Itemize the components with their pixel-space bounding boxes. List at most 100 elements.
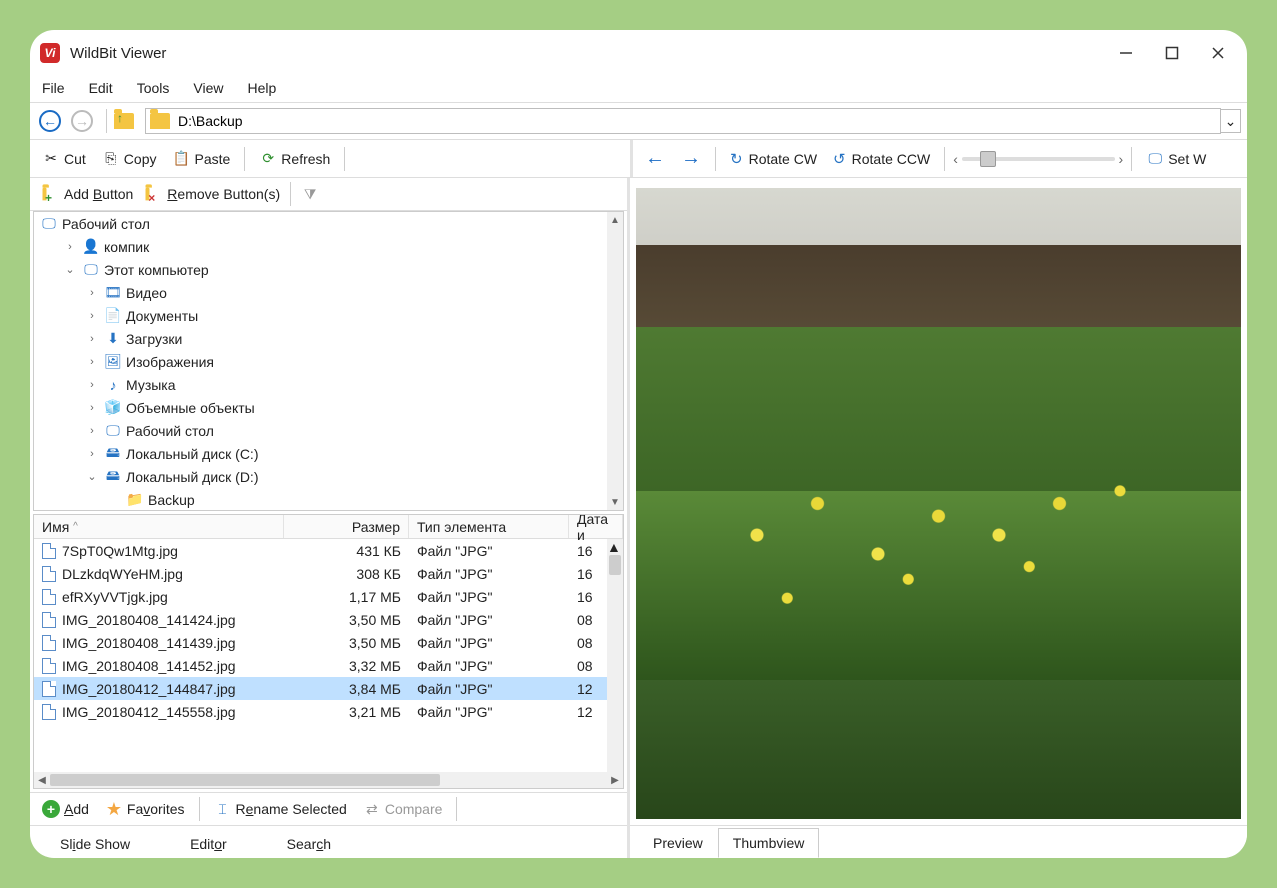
- scroll-thumb[interactable]: [50, 774, 440, 786]
- maximize-button[interactable]: [1149, 38, 1195, 68]
- nav-forward-button[interactable]: →: [68, 107, 96, 135]
- expander-icon[interactable]: ›: [84, 402, 100, 414]
- scroll-right-icon[interactable]: ▶: [607, 772, 623, 788]
- close-button[interactable]: [1195, 38, 1241, 68]
- minimize-button[interactable]: [1103, 38, 1149, 68]
- file-list-vscrollbar[interactable]: ▲ ▼: [607, 539, 623, 772]
- slider-thumb[interactable]: [980, 151, 996, 167]
- menu-view[interactable]: View: [189, 78, 227, 98]
- scroll-up-icon[interactable]: ▲: [607, 539, 623, 555]
- tree-item-label: Локальный диск (C:): [126, 446, 259, 462]
- slider-left-arrow[interactable]: ‹: [953, 151, 958, 167]
- tab-editor[interactable]: Editor: [180, 830, 237, 858]
- set-wallpaper-button[interactable]: 🖵 Set W: [1140, 147, 1212, 171]
- add-button-button[interactable]: + Add Button: [36, 182, 139, 206]
- expander-icon[interactable]: ›: [84, 379, 100, 391]
- file-icon: [42, 612, 56, 628]
- file-row[interactable]: IMG_20180408_141439.jpg 3,50 МБ Файл "JP…: [34, 631, 607, 654]
- refresh-button[interactable]: ⟳ Refresh: [253, 147, 336, 171]
- tree-item[interactable]: › 🖴 Локальный диск (C:): [34, 442, 607, 465]
- zoom-slider[interactable]: ‹ ›: [953, 151, 1123, 167]
- file-name: IMG_20180408_141424.jpg: [62, 612, 236, 628]
- paste-button[interactable]: 📋 Paste: [166, 147, 236, 171]
- col-type[interactable]: Тип элемента: [409, 515, 569, 538]
- scroll-up-icon[interactable]: ▲: [607, 212, 623, 228]
- path-input[interactable]: [176, 112, 1216, 130]
- tree-item[interactable]: ⌄ 🖵 Этот компьютер: [34, 258, 607, 281]
- expander-icon[interactable]: ›: [84, 287, 100, 299]
- menu-edit[interactable]: Edit: [85, 78, 117, 98]
- tree-item[interactable]: › 👤 компик: [34, 235, 607, 258]
- scroll-down-icon[interactable]: ▼: [607, 494, 623, 510]
- preview-area[interactable]: [630, 178, 1247, 825]
- tree-item[interactable]: › 🎞 Видео: [34, 281, 607, 304]
- rename-selected-button[interactable]: ⌶ Rename Selected: [208, 797, 353, 821]
- scroll-thumb[interactable]: [609, 555, 621, 575]
- filter-button[interactable]: ⧩: [295, 182, 325, 206]
- tree-item[interactable]: › 🖼 Изображения: [34, 350, 607, 373]
- file-row[interactable]: DLzkdqWYeHM.jpg 308 КБ Файл "JPG" 16: [34, 562, 607, 585]
- cut-button[interactable]: ✂ Cut: [36, 147, 92, 171]
- menu-help[interactable]: Help: [243, 78, 280, 98]
- favorites-button[interactable]: ★ Favorites: [99, 797, 191, 821]
- expander-icon[interactable]: ›: [84, 448, 100, 460]
- file-row[interactable]: 7SpT0Qw1Mtg.jpg 431 КБ Файл "JPG" 16: [34, 539, 607, 562]
- expander-icon[interactable]: ›: [84, 356, 100, 368]
- tree-item[interactable]: › 🧊 Объемные объекты: [34, 396, 607, 419]
- slider-track[interactable]: [962, 157, 1115, 161]
- prev-image-button[interactable]: ←: [639, 144, 671, 173]
- folder-up-button[interactable]: ↑: [113, 107, 141, 135]
- 3d-icon: 🧊: [104, 399, 122, 417]
- tree-item-label: Видео: [126, 285, 167, 301]
- file-name: IMG_20180408_141439.jpg: [62, 635, 236, 651]
- scroll-left-icon[interactable]: ◀: [34, 772, 50, 788]
- tree-scrollbar[interactable]: ▲ ▼: [607, 212, 623, 510]
- col-date[interactable]: Дата и: [569, 515, 623, 538]
- expander-icon[interactable]: ›: [84, 310, 100, 322]
- menu-tools[interactable]: Tools: [133, 78, 174, 98]
- copy-button[interactable]: ⎘ Copy: [96, 147, 163, 171]
- col-size[interactable]: Размер: [284, 515, 409, 538]
- tree-item[interactable]: › ♪ Музыка: [34, 373, 607, 396]
- file-icon: [42, 658, 56, 674]
- compare-button[interactable]: ⇄ Compare: [357, 797, 449, 821]
- tab-search[interactable]: Search: [277, 830, 341, 858]
- tree-item[interactable]: › ⬇ Загрузки: [34, 327, 607, 350]
- tree-item[interactable]: › 🖵 Рабочий стол: [34, 419, 607, 442]
- file-size: 3,50 МБ: [284, 612, 409, 628]
- add-button[interactable]: + Add: [36, 797, 95, 821]
- tab-slideshow[interactable]: Slide Show: [50, 830, 140, 858]
- tree-item[interactable]: ⌄ 🖴 Локальный диск (D:): [34, 465, 607, 488]
- file-list-hscrollbar[interactable]: ◀ ▶: [34, 772, 623, 788]
- tab-thumbview[interactable]: Thumbview: [718, 828, 820, 858]
- next-image-button[interactable]: →: [675, 144, 707, 173]
- tree-root[interactable]: 🖵 Рабочий стол: [34, 212, 607, 235]
- path-box[interactable]: [145, 108, 1221, 134]
- menu-file[interactable]: File: [38, 78, 69, 98]
- scroll-track[interactable]: [50, 772, 607, 788]
- col-name[interactable]: Имя ^: [34, 515, 284, 538]
- nav-back-button[interactable]: ←: [36, 107, 64, 135]
- remove-buttons-button[interactable]: × Remove Button(s): [139, 182, 286, 206]
- expander-icon[interactable]: ⌄: [84, 470, 100, 483]
- file-row[interactable]: efRXyVVTjgk.jpg 1,17 МБ Файл "JPG" 16: [34, 585, 607, 608]
- path-dropdown-button[interactable]: ⌄: [1221, 109, 1241, 133]
- expander-icon[interactable]: ›: [62, 241, 78, 253]
- expander-icon[interactable]: ›: [84, 333, 100, 345]
- tree-item[interactable]: › 📄 Документы: [34, 304, 607, 327]
- expander-icon[interactable]: ⌄: [62, 263, 78, 276]
- file-row[interactable]: IMG_20180412_144847.jpg 3,84 МБ Файл "JP…: [34, 677, 607, 700]
- expander-icon[interactable]: ›: [84, 425, 100, 437]
- scroll-track[interactable]: [607, 228, 623, 494]
- rotate-cw-button[interactable]: ↻ Rotate CW: [724, 147, 823, 171]
- monitor-icon: 🖵: [104, 422, 122, 440]
- rename-label: Rename Selected: [236, 801, 347, 817]
- tree-item[interactable]: 📁 Backup: [34, 488, 607, 510]
- file-row[interactable]: IMG_20180408_141452.jpg 3,32 МБ Файл "JP…: [34, 654, 607, 677]
- file-row[interactable]: IMG_20180412_145558.jpg 3,21 МБ Файл "JP…: [34, 700, 607, 723]
- rotate-ccw-button[interactable]: ↺ Rotate CCW: [827, 147, 936, 171]
- tab-preview[interactable]: Preview: [638, 828, 718, 858]
- tree-body[interactable]: 🖵 Рабочий стол › 👤 компик ⌄ 🖵 Этот компь…: [34, 212, 607, 510]
- slider-right-arrow[interactable]: ›: [1119, 151, 1124, 167]
- file-row[interactable]: IMG_20180408_141424.jpg 3,50 МБ Файл "JP…: [34, 608, 607, 631]
